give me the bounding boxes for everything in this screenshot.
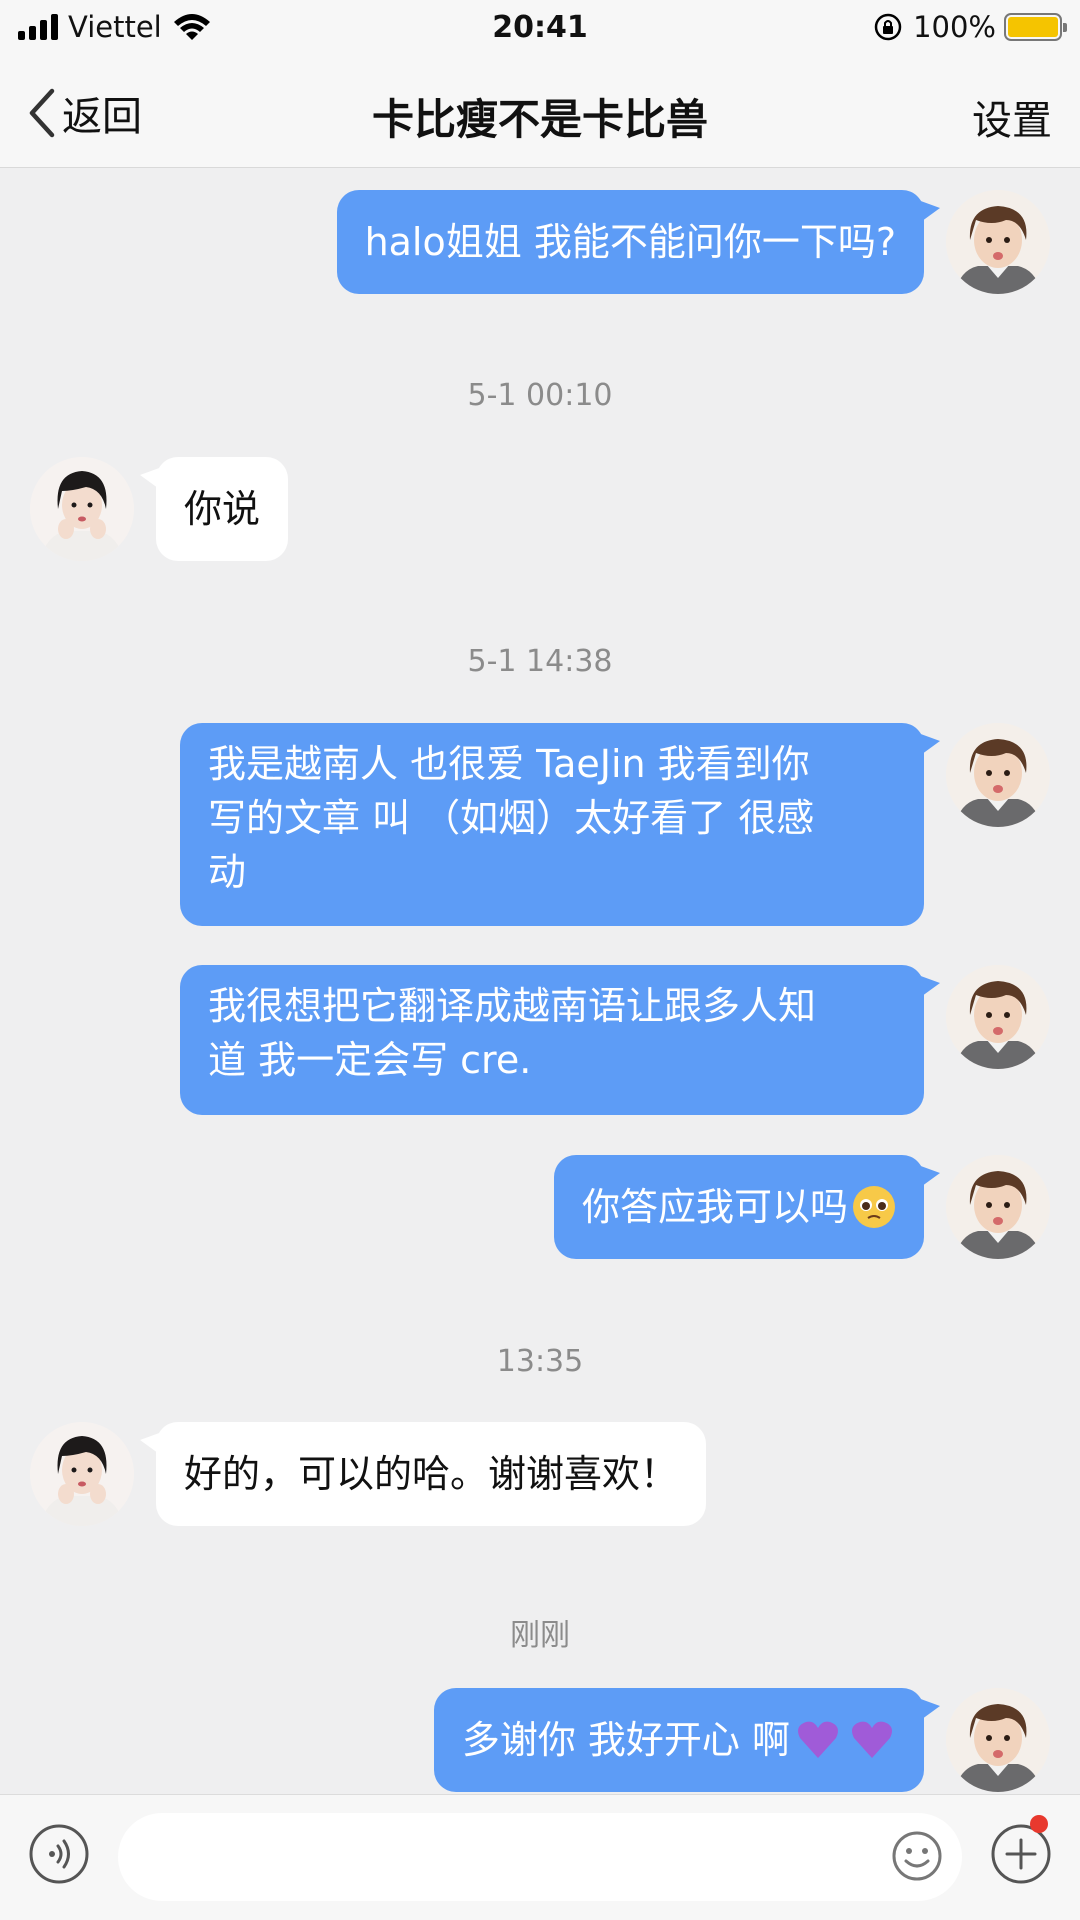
voice-icon[interactable] bbox=[28, 1823, 90, 1885]
message-list[interactable]: halo姐姐 我能不能问你一下吗? 5-1 00:10 你说 5-1 14:38… bbox=[0, 168, 1080, 1794]
plus-icon[interactable] bbox=[990, 1823, 1052, 1885]
rotation-lock-icon bbox=[874, 13, 902, 41]
battery-percent: 100% bbox=[913, 10, 996, 44]
message-bubble[interactable]: halo姐姐 我能不能问你一下吗? bbox=[336, 190, 941, 294]
my-avatar[interactable] bbox=[946, 190, 1050, 294]
page-title: 卡比瘦不是卡比兽 bbox=[371, 95, 708, 144]
message-line: 我是越南人 也很爱 TaeJin 我看到你 bbox=[208, 742, 810, 786]
message-input[interactable] bbox=[118, 1813, 962, 1901]
message-text: 你说 bbox=[184, 487, 261, 531]
message-text: 好的，可以的哈。谢谢喜欢！ bbox=[184, 1452, 679, 1496]
battery-fill bbox=[1008, 17, 1058, 37]
message-line: 写的文章 叫 （如烟）太好看了 很感 bbox=[208, 796, 815, 840]
message-bubble[interactable]: 我很想把它翻译成越南语让跟多人知 道 我一定会写 cre. bbox=[180, 965, 940, 1115]
my-avatar[interactable] bbox=[946, 1155, 1050, 1259]
message-text: 多谢你 我好开心 啊 bbox=[461, 1718, 790, 1762]
battery-icon bbox=[1004, 13, 1067, 41]
message-timestamp: 5-1 00:10 bbox=[467, 378, 613, 413]
chat-screen: Viettel 20:41 100% 返回 卡比瘦不是卡比兽 设置 halo姐姐… bbox=[0, 0, 1080, 1920]
message-bubble[interactable]: 我是越南人 也很爱 TaeJin 我看到你 写的文章 叫 （如烟）太好看了 很感… bbox=[180, 723, 940, 926]
input-bar bbox=[0, 1794, 1080, 1920]
message-bubble[interactable]: 多谢你 我好开心 啊 bbox=[433, 1688, 941, 1792]
settings-button[interactable]: 设置 bbox=[972, 88, 1052, 146]
nav-bar: 返回 卡比瘦不是卡比兽 设置 bbox=[0, 56, 1080, 168]
contact-avatar[interactable] bbox=[30, 457, 134, 561]
message-text: 你答应我可以吗 bbox=[581, 1185, 848, 1229]
purple-heart-icon bbox=[852, 1721, 892, 1758]
smiley-icon[interactable] bbox=[890, 1829, 944, 1883]
contact-avatar[interactable] bbox=[30, 1422, 134, 1526]
message-bubble[interactable]: 你答应我可以吗 bbox=[553, 1155, 941, 1259]
my-avatar[interactable] bbox=[946, 965, 1050, 1069]
message-text: halo姐姐 我能不能问你一下吗? bbox=[364, 220, 896, 264]
message-bubble[interactable]: 好的，可以的哈。谢谢喜欢！ bbox=[139, 1422, 707, 1526]
message-timestamp: 刚刚 bbox=[510, 1618, 570, 1653]
message-timestamp: 13:35 bbox=[496, 1344, 584, 1379]
purple-heart-icon bbox=[798, 1721, 838, 1758]
pleading-face-icon bbox=[852, 1185, 896, 1229]
status-right: 100% bbox=[873, 10, 1067, 44]
notification-dot bbox=[1030, 1815, 1048, 1833]
my-avatar[interactable] bbox=[946, 723, 1050, 827]
my-avatar[interactable] bbox=[946, 1688, 1050, 1792]
message-line: 道 我一定会写 cre. bbox=[208, 1038, 532, 1082]
status-bar: Viettel 20:41 100% bbox=[0, 0, 1080, 56]
message-bubble[interactable]: 你说 bbox=[139, 457, 289, 561]
message-timestamp: 5-1 14:38 bbox=[467, 644, 613, 679]
message-line: 动 bbox=[208, 850, 247, 894]
message-line: 我很想把它翻译成越南语让跟多人知 bbox=[208, 984, 817, 1028]
